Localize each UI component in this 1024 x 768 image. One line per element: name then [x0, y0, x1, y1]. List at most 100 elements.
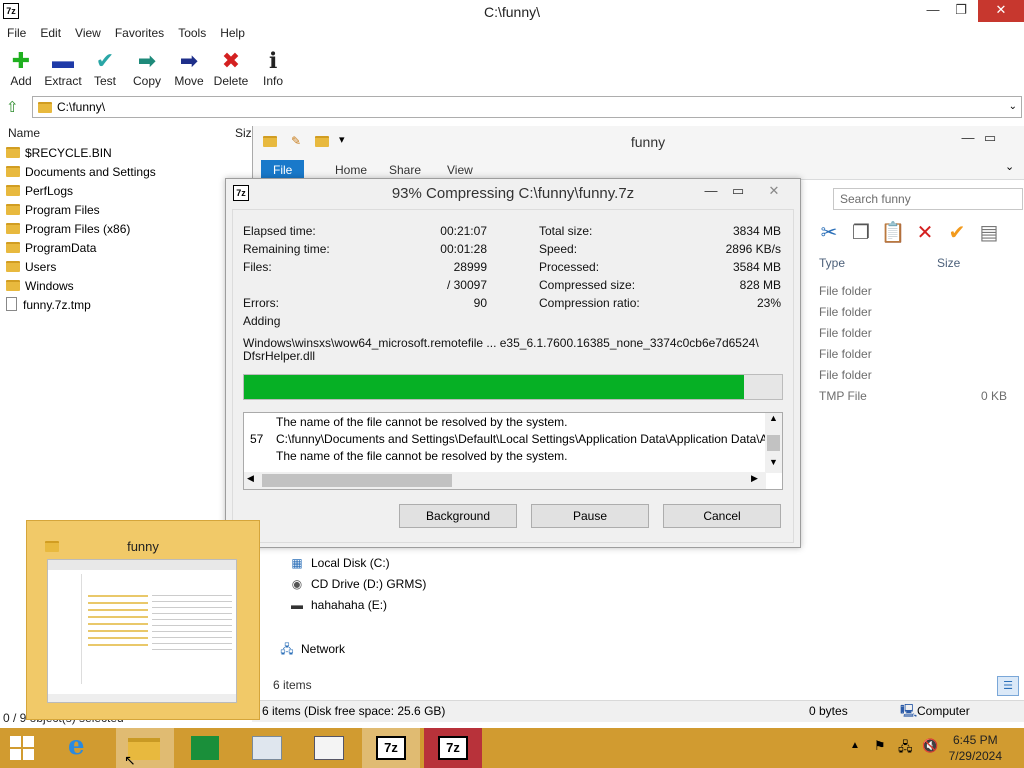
- close-button[interactable]: ✕: [978, 0, 1024, 22]
- copy-button[interactable]: ➡ Copy: [124, 48, 170, 88]
- dialog-close-button[interactable]: ✕: [756, 181, 792, 203]
- copy-icon[interactable]: ❐: [845, 220, 877, 245]
- control-panel-taskbar-item[interactable]: [300, 728, 358, 768]
- log-line: The name of the file cannot be resolved …: [250, 415, 568, 429]
- paste-icon[interactable]: 📋: [877, 220, 909, 245]
- search-input[interactable]: Search funny: [833, 188, 1023, 210]
- stat-value: 828 MB: [739, 278, 781, 292]
- delete-icon[interactable]: ✕: [909, 220, 941, 245]
- nav-item-label: CD Drive (D:) GRMS): [311, 577, 427, 591]
- action-center-flag-icon[interactable]: ⚑: [874, 738, 886, 754]
- menu-favorites[interactable]: Favorites: [108, 24, 171, 42]
- list-item[interactable]: Program Files (x86): [6, 220, 130, 239]
- column-header-type[interactable]: Type: [819, 256, 845, 270]
- list-item[interactable]: Users: [6, 258, 56, 277]
- tab-file[interactable]: File: [261, 160, 305, 180]
- address-input[interactable]: C:\funny\ ⌄: [32, 96, 1022, 118]
- list-item[interactable]: Windows: [6, 277, 74, 296]
- folder-icon: [6, 280, 20, 291]
- dialog-minimize-button[interactable]: —: [696, 181, 726, 203]
- delete-button[interactable]: ✖ Delete: [208, 48, 254, 88]
- store-taskbar-item[interactable]: [176, 728, 234, 768]
- scroll-up-icon[interactable]: ▲: [769, 413, 778, 423]
- nav-item[interactable]: ◉ CD Drive (D:) GRMS): [289, 577, 427, 591]
- dialog-maximize-button[interactable]: ▭: [723, 181, 753, 203]
- volume-muted-icon[interactable]: 🔇: [922, 738, 938, 754]
- toolbar: ✚ Add ▬ Extract ✔ Test ➡ Copy ➡ Move ✖ Delete ℹ Info: [0, 44, 1024, 94]
- list-item[interactable]: PerfLogs: [6, 182, 73, 201]
- add-button[interactable]: ✚ Add: [0, 48, 44, 88]
- rename-check-icon[interactable]: ✔: [941, 220, 973, 245]
- menu-view[interactable]: View: [68, 24, 108, 42]
- details-view-icon[interactable]: ☰: [997, 676, 1019, 696]
- list-item[interactable]: Documents and Settings: [6, 163, 156, 182]
- restore-button[interactable]: ❐: [946, 0, 976, 22]
- internet-explorer-taskbar-item[interactable]: e: [54, 728, 112, 768]
- list-item[interactable]: ProgramData: [6, 239, 96, 258]
- test-button[interactable]: ✔ Test: [82, 48, 128, 88]
- new-folder-icon[interactable]: [315, 136, 329, 147]
- show-hidden-icons-icon[interactable]: ▲: [850, 740, 860, 751]
- up-folder-icon[interactable]: ⇧: [6, 98, 19, 116]
- nav-item[interactable]: 🖧 Network: [279, 640, 345, 661]
- menu-help[interactable]: Help: [213, 24, 252, 42]
- log-horizontal-scrollbar[interactable]: ◀ ▶: [244, 472, 766, 489]
- scroll-down-icon[interactable]: ▼: [769, 457, 778, 467]
- scroll-right-icon[interactable]: ▶: [751, 473, 758, 484]
- list-item[interactable]: $RECYCLE.BIN: [6, 144, 112, 163]
- info-button[interactable]: ℹ Info: [250, 48, 296, 88]
- explorer-restore-button[interactable]: ▭: [975, 128, 1005, 150]
- expand-ribbon-icon[interactable]: ⌄: [1005, 160, 1014, 173]
- background-button[interactable]: Background: [399, 504, 517, 528]
- customize-quick-access-icon[interactable]: ▾: [339, 133, 345, 146]
- stat-value: 00:01:28: [440, 242, 487, 256]
- tab-home[interactable]: Home: [323, 160, 379, 180]
- tab-share[interactable]: Share: [377, 160, 433, 180]
- menu-edit[interactable]: Edit: [33, 24, 68, 42]
- menu-file[interactable]: File: [0, 24, 33, 42]
- log-line-number: 57: [250, 432, 264, 446]
- list-item[interactable]: Program Files: [6, 201, 100, 220]
- clock[interactable]: 6:45 PM 7/29/2024: [949, 732, 1002, 764]
- title-bar: 7z C:\funny\ — ❐ ✕: [0, 0, 1024, 24]
- error-log[interactable]: The name of the file cannot be resolved …: [243, 412, 783, 490]
- adding-label: Adding: [243, 314, 281, 328]
- network-status-icon[interactable]: 🖧: [898, 738, 913, 760]
- file-explorer-taskbar-item[interactable]: ↖: [116, 728, 174, 768]
- log-vertical-scrollbar[interactable]: ▲ ▼: [765, 413, 782, 473]
- nav-item[interactable]: ▬ hahahaha (E:): [289, 598, 387, 612]
- stat-value: 2896 KB/s: [725, 242, 781, 256]
- local-disk-icon: ▦: [291, 556, 303, 570]
- internet-explorer-icon: e: [68, 731, 85, 761]
- chevron-down-icon[interactable]: ⌄: [1009, 97, 1017, 117]
- 7zip-progress-taskbar-item[interactable]: 7z: [424, 728, 482, 768]
- minimize-button[interactable]: —: [918, 0, 948, 22]
- performance-monitor-taskbar-item[interactable]: [238, 728, 296, 768]
- tab-view[interactable]: View: [435, 160, 485, 180]
- stat-value: 28999: [453, 260, 487, 274]
- log-line-text: The name of the file cannot be resolved …: [276, 415, 568, 429]
- pause-button[interactable]: Pause: [531, 504, 649, 528]
- info-icon: ℹ: [268, 48, 278, 73]
- stat-label: Files:: [243, 260, 272, 274]
- column-header-name[interactable]: Name: [8, 126, 40, 140]
- extract-button[interactable]: ▬ Extract: [40, 48, 86, 88]
- properties-card-icon[interactable]: ▤: [973, 220, 1005, 245]
- computer-icon: 🖳: [900, 703, 918, 718]
- list-item[interactable]: funny.7z.tmp: [6, 296, 91, 315]
- performance-chart-icon: [252, 736, 282, 760]
- column-header-size[interactable]: Size: [937, 256, 960, 270]
- menu-tools[interactable]: Tools: [171, 24, 213, 42]
- windows-logo-icon: [10, 736, 21, 747]
- taskbar-thumbnail[interactable]: funny: [26, 520, 260, 720]
- 7zip-taskbar-item[interactable]: 7z: [362, 728, 420, 768]
- scroll-thumb-horizontal[interactable]: [262, 474, 452, 487]
- start-button[interactable]: [0, 728, 58, 768]
- cut-icon[interactable]: ✂: [813, 220, 845, 245]
- scroll-left-icon[interactable]: ◀: [247, 473, 254, 484]
- nav-item[interactable]: ▦ Local Disk (C:): [289, 556, 389, 570]
- properties-icon[interactable]: ✎: [291, 134, 301, 148]
- scroll-thumb[interactable]: [767, 435, 780, 451]
- move-button[interactable]: ➡ Move: [166, 48, 212, 88]
- cancel-button[interactable]: Cancel: [663, 504, 781, 528]
